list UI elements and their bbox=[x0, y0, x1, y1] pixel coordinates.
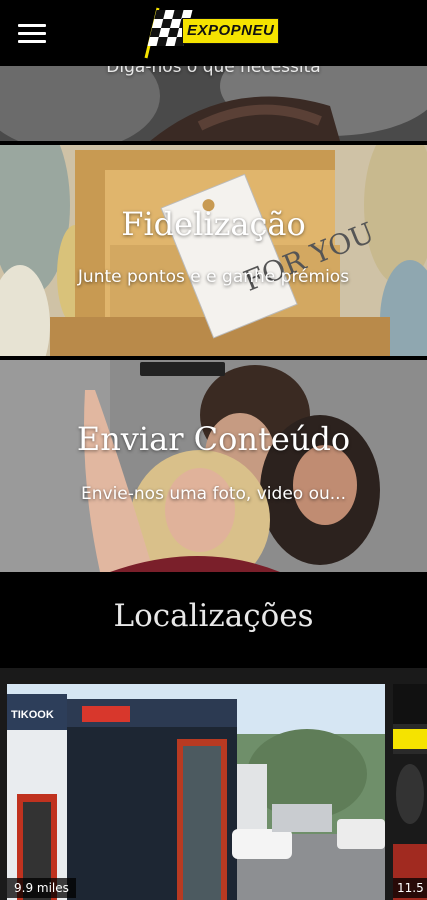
service-request-card[interactable]: Diga-nos o que necessita bbox=[0, 66, 427, 141]
distance-badge: 11.5 bbox=[393, 878, 427, 898]
gift-background-image: FOR YOU bbox=[0, 145, 427, 356]
expopneu-logo[interactable]: EXPOPNEU bbox=[140, 4, 290, 60]
location-card[interactable]: 11.5 bbox=[393, 684, 427, 900]
loyalty-subtitle: Junte pontos e e ganhe prémios bbox=[77, 267, 350, 287]
locations-heading: Localizações bbox=[113, 598, 314, 634]
loyalty-card[interactable]: FOR YOU Fidelização Junte pontos e e gan… bbox=[0, 145, 427, 356]
location-card[interactable]: TIKOOK 9.9 miles bbox=[7, 684, 385, 900]
locations-carousel[interactable]: TIKOOK 9.9 miles 11.5 bbox=[0, 668, 427, 900]
selfie-background-image bbox=[0, 360, 427, 572]
hands-background-image bbox=[0, 66, 427, 141]
store-photo bbox=[393, 684, 427, 900]
hamburger-menu-icon[interactable] bbox=[14, 20, 50, 48]
send-content-title: Enviar Conteúdo bbox=[76, 420, 351, 458]
store-sign-text: TIKOOK bbox=[11, 709, 54, 721]
send-content-subtitle: Envie-nos uma foto, video ou... bbox=[81, 484, 346, 504]
service-request-subtitle: Diga-nos o que necessita bbox=[106, 66, 321, 77]
loyalty-title: Fidelização bbox=[121, 205, 306, 243]
store-photo: TIKOOK bbox=[7, 684, 385, 900]
top-app-bar: EXPOPNEU bbox=[0, 0, 427, 66]
distance-badge: 9.9 miles bbox=[7, 878, 76, 898]
brand-wordmark: EXPOPNEU bbox=[182, 18, 280, 44]
send-content-card[interactable]: Enviar Conteúdo Envie-nos uma foto, vide… bbox=[0, 360, 427, 572]
